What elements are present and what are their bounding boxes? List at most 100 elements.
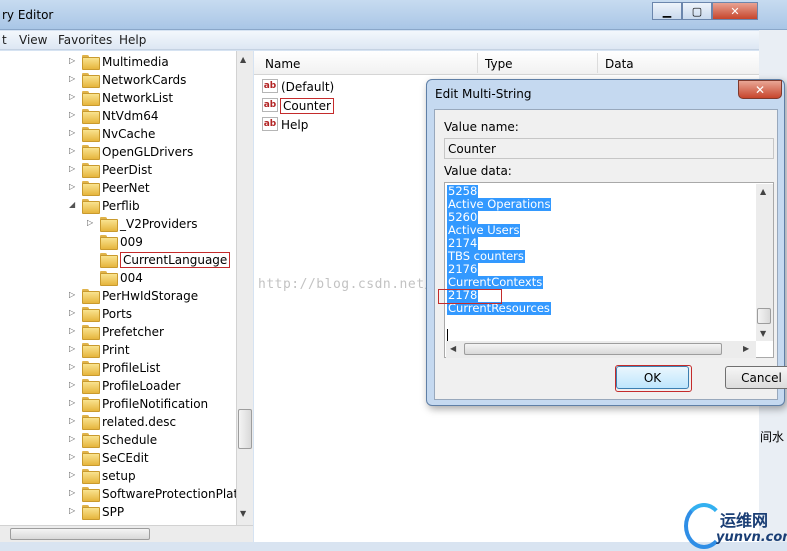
tree-item[interactable]: ▷ NetworkList (0, 89, 236, 107)
expand-arrow-icon[interactable]: ▷ (69, 326, 75, 335)
expand-arrow-icon[interactable]: ▷ (69, 74, 75, 83)
expand-arrow-icon[interactable]: ▷ (69, 380, 75, 389)
column-headers: Name Type Data (254, 51, 759, 75)
minimize-icon[interactable]: ▁ (652, 2, 682, 20)
tree-item-label: ProfileList (102, 361, 161, 375)
scroll-up-icon[interactable]: ▲ (240, 55, 246, 64)
expand-arrow-icon[interactable]: ▷ (69, 164, 75, 173)
folder-icon (82, 289, 100, 304)
tree-vertical-scrollbar[interactable]: ▲ ▼ (236, 51, 253, 525)
scroll-thumb[interactable] (464, 343, 722, 355)
scroll-right-icon[interactable]: ▶ (743, 344, 749, 353)
tree-item[interactable]: ▷ NvCache (0, 125, 236, 143)
dialog-close-icon[interactable]: ✕ (738, 80, 782, 99)
expand-arrow-icon[interactable]: ▷ (69, 362, 75, 371)
tree-item-label: NetworkCards (102, 73, 187, 87)
tree-item[interactable]: ▷ _V2Providers (0, 215, 236, 233)
tree-item[interactable]: 004 (0, 269, 236, 287)
folder-icon (100, 253, 118, 268)
tree-item-label: SeCEdit (102, 451, 149, 465)
scroll-thumb[interactable] (10, 528, 150, 540)
tree-item[interactable]: ▷ Multimedia (0, 53, 236, 71)
tree-item[interactable]: 009 (0, 233, 236, 251)
value-data-label: Value data: (444, 164, 512, 178)
scroll-up-icon[interactable]: ▲ (760, 187, 766, 196)
expand-arrow-icon[interactable]: ▷ (69, 452, 75, 461)
tree-item[interactable]: ▷ ProfileNotification (0, 395, 236, 413)
ok-button[interactable]: OK (615, 365, 692, 392)
menu-view[interactable]: View (19, 33, 47, 47)
expand-arrow-icon[interactable]: ▷ (69, 128, 75, 137)
tree-item[interactable]: ▷ PeerNet (0, 179, 236, 197)
tree-item[interactable]: ◢ Perflib (0, 197, 236, 215)
tree-item[interactable]: ▷ NetworkCards (0, 71, 236, 89)
textarea-vertical-scrollbar[interactable]: ▲ ▼ (756, 184, 773, 341)
expand-arrow-icon[interactable]: ▷ (69, 398, 75, 407)
menu-edit[interactable]: t (2, 33, 7, 47)
folder-icon (82, 307, 100, 322)
folder-icon (82, 109, 100, 124)
scroll-down-icon[interactable]: ▼ (240, 509, 246, 518)
expand-arrow-icon[interactable]: ▷ (69, 110, 75, 119)
tree-item[interactable]: ▷ Prefetcher (0, 323, 236, 341)
column-data[interactable]: Data (605, 57, 634, 71)
expand-arrow-icon[interactable]: ▷ (69, 434, 75, 443)
folder-icon (100, 217, 118, 232)
tree-item[interactable]: ▷ related.desc (0, 413, 236, 431)
expand-arrow-icon[interactable]: ▷ (69, 182, 75, 191)
expand-arrow-icon[interactable]: ▷ (69, 290, 75, 299)
tree-item[interactable]: ▷ Schedule (0, 431, 236, 449)
tree-item[interactable]: ▷ SeCEdit (0, 449, 236, 467)
folder-icon (82, 145, 100, 160)
string-value-icon: ab (262, 117, 278, 131)
close-window-icon[interactable]: ✕ (712, 2, 758, 20)
expand-arrow-icon[interactable]: ▷ (69, 92, 75, 101)
menu-favorites[interactable]: Favorites (58, 33, 112, 47)
expand-arrow-icon[interactable]: ▷ (69, 308, 75, 317)
scroll-thumb[interactable] (238, 409, 252, 449)
expand-arrow-icon[interactable]: ▷ (69, 506, 75, 515)
expand-arrow-icon[interactable]: ▷ (69, 146, 75, 155)
value-data-textarea[interactable]: 5258 Active Operations 5260 Active Users 217… (438, 182, 774, 358)
tree-item[interactable]: ▷ ProfileList (0, 359, 236, 377)
tree-item[interactable]: ▷ SoftwareProtectionPlatfo (0, 485, 250, 503)
expand-arrow-icon[interactable]: ▷ (69, 416, 75, 425)
tree-horizontal-scrollbar[interactable] (0, 525, 253, 542)
scroll-thumb[interactable] (757, 308, 771, 324)
expand-arrow-icon[interactable]: ▷ (69, 344, 75, 353)
scroll-left-icon[interactable]: ◀ (450, 344, 456, 353)
tree-item[interactable]: CurrentLanguage (0, 251, 236, 269)
expand-arrow-icon[interactable]: ▷ (87, 218, 93, 227)
textarea-horizontal-scrollbar[interactable]: ◀ ▶ (446, 341, 756, 358)
tree-item-label: NvCache (102, 127, 156, 141)
tree-item-label: _V2Providers (120, 217, 198, 231)
dialog-body: Value name: Counter Value data: 5258 Acti… (434, 109, 787, 400)
column-type[interactable]: Type (485, 57, 513, 71)
tree-item[interactable]: ▷ PerHwIdStorage (0, 287, 236, 305)
tree-item[interactable]: ▷ OpenGLDrivers (0, 143, 236, 161)
collapse-arrow-icon[interactable]: ◢ (69, 200, 75, 209)
column-name[interactable]: Name (265, 57, 300, 71)
text-caret (447, 329, 448, 341)
tree-item[interactable]: ▷ SPP (0, 503, 236, 521)
scroll-down-icon[interactable]: ▼ (760, 329, 766, 338)
expand-arrow-icon[interactable]: ▷ (69, 488, 75, 497)
expand-arrow-icon[interactable]: ▷ (69, 470, 75, 479)
folder-icon (82, 397, 100, 412)
tree-item-label: Ports (102, 307, 133, 321)
tree-item[interactable]: ▷ NtVdm64 (0, 107, 236, 125)
expand-arrow-icon[interactable]: ▷ (69, 56, 75, 65)
maximize-icon[interactable]: ▢ (682, 2, 712, 20)
folder-icon (82, 91, 100, 106)
folder-icon (82, 325, 100, 340)
tree-item[interactable]: ▷ ProfileLoader (0, 377, 236, 395)
cancel-button[interactable]: Cancel (725, 366, 787, 389)
menu-help[interactable]: Help (119, 33, 146, 47)
tree-item[interactable]: ▷ PeerDist (0, 161, 236, 179)
folder-icon (82, 127, 100, 142)
tree-item[interactable]: ▷ setup (0, 467, 236, 485)
folder-icon (82, 487, 100, 502)
tree-item[interactable]: ▷ Print (0, 341, 236, 359)
folder-icon (82, 55, 100, 70)
tree-item[interactable]: ▷ Ports (0, 305, 236, 323)
